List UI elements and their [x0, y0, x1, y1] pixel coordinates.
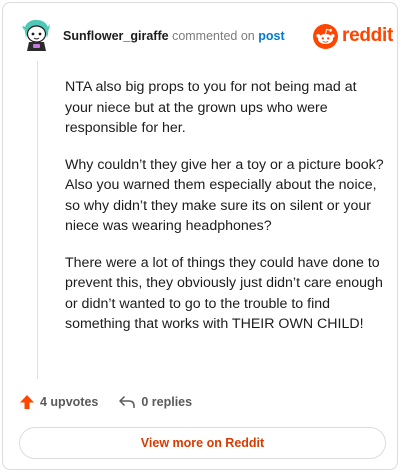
thread-line — [37, 61, 38, 379]
comment-header: Sunflower_giraffe commented on post — [63, 28, 285, 44]
comment-actions: 4 upvotes 0 replies — [19, 392, 192, 412]
comment-paragraph: NTA also big props to you for not being … — [65, 79, 357, 136]
upvote-button[interactable]: 4 upvotes — [19, 394, 98, 410]
reddit-wordmark: reddit — [342, 25, 393, 46]
action-text: commented on — [172, 29, 255, 43]
comment-paragraph: There were a lot of things they could ha… — [65, 254, 383, 333]
reply-count: 0 replies — [141, 395, 193, 409]
comment-body: NTA also big props to you for not being … — [65, 77, 385, 351]
reply-button[interactable]: 0 replies — [118, 394, 192, 410]
upvote-arrow-icon — [20, 395, 34, 409]
upvote-count: 4 upvotes — [40, 395, 99, 409]
post-link[interactable]: post — [258, 29, 284, 43]
comment-card: Sunflower_giraffe commented on post redd… — [2, 2, 398, 470]
comment-paragraph: Why couldn’t they give her a toy or a pi… — [65, 156, 384, 235]
reply-arrow-icon — [119, 395, 136, 408]
view-more-button[interactable]: View more on Reddit — [19, 427, 386, 459]
user-avatar-icon[interactable] — [21, 18, 51, 52]
username-link[interactable]: Sunflower_giraffe — [63, 29, 169, 43]
reddit-logo[interactable]: reddit — [313, 23, 393, 49]
reddit-snoo-icon — [313, 23, 338, 49]
